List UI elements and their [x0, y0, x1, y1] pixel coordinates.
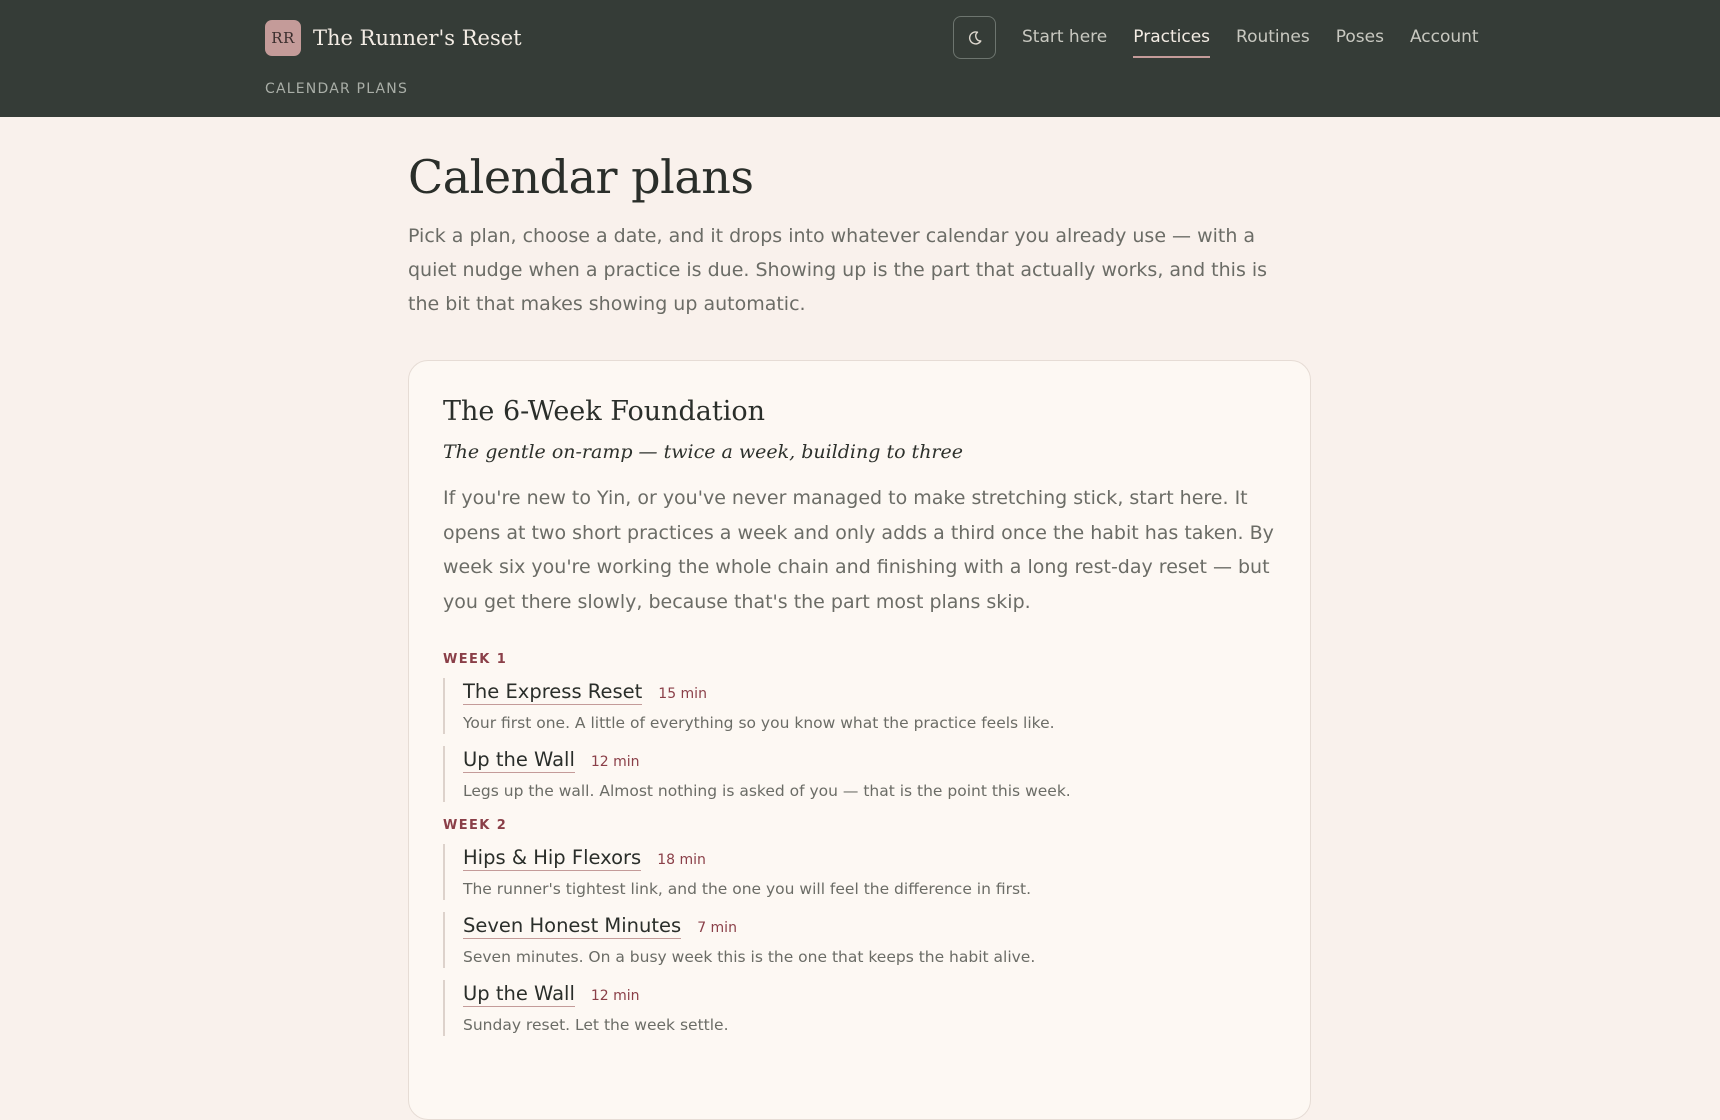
week-label: WEEK 2: [443, 818, 508, 833]
session-duration: 7 min: [697, 920, 737, 936]
session-note: Legs up the wall. Almost nothing is aske…: [463, 782, 1071, 800]
nav-link-start-here[interactable]: Start here: [1022, 24, 1107, 58]
nav-link-practices[interactable]: Practices: [1133, 24, 1211, 58]
session-note: The runner's tightest link, and the one …: [463, 880, 1032, 898]
session-item: Seven Honest Minutes 7 min Seven minutes…: [443, 912, 1276, 968]
week-label: WEEK 1: [443, 652, 508, 667]
session-note: Sunday reset. Let the week settle.: [463, 1016, 729, 1034]
session-item: The Express Reset 15 min Your first one.…: [443, 678, 1276, 734]
brand-name: The Runner's Reset: [313, 26, 522, 50]
plan-card: The 6-Week Foundation The gentle on-ramp…: [408, 360, 1311, 1120]
theme-toggle-button[interactable]: [953, 16, 996, 59]
nav-link-account[interactable]: Account: [1410, 24, 1479, 58]
session-duration: 15 min: [658, 686, 707, 702]
session-item: Up the Wall 12 min Sunday reset. Let the…: [443, 980, 1276, 1036]
session-link[interactable]: Hips & Hip Flexors: [463, 846, 642, 871]
session-link[interactable]: Seven Honest Minutes: [463, 914, 682, 939]
site-header: RR The Runner's Reset CALENDAR PLANS Sta…: [0, 0, 1720, 117]
session-link[interactable]: Up the Wall: [463, 982, 575, 1007]
session-note: Your first one. A little of everything s…: [463, 714, 1055, 732]
plan-description: If you're new to Yin, or you've never ma…: [443, 487, 1274, 613]
session-link[interactable]: Up the Wall: [463, 748, 575, 773]
page-title: Calendar plans: [408, 150, 754, 204]
nav-link-poses[interactable]: Poses: [1336, 24, 1384, 58]
session-item: Hips & Hip Flexors 18 min The runner's t…: [443, 844, 1276, 900]
page-intro: Pick a plan, choose a date, and it drops…: [408, 225, 1268, 315]
plan-title: The 6-Week Foundation: [443, 396, 766, 427]
session-duration: 12 min: [590, 988, 640, 1004]
session-duration: 12 min: [590, 754, 640, 770]
brand-logo: RR: [265, 20, 301, 56]
brand-home-link[interactable]: RR The Runner's Reset: [265, 20, 522, 56]
session-item: Up the Wall 12 min Legs up the wall. Alm…: [443, 746, 1276, 802]
main-nav: Start here Practices Routines Poses Acco…: [1022, 24, 1479, 58]
moon-icon: [968, 30, 981, 45]
nav-link-routines[interactable]: Routines: [1236, 24, 1310, 58]
section-label: CALENDAR PLANS: [265, 81, 409, 97]
session-duration: 18 min: [657, 852, 706, 868]
plan-tagline: The gentle on-ramp — twice a week, build…: [443, 441, 963, 463]
session-link[interactable]: The Express Reset: [463, 680, 643, 705]
session-note: Seven minutes. On a busy week this is th…: [463, 948, 1036, 966]
